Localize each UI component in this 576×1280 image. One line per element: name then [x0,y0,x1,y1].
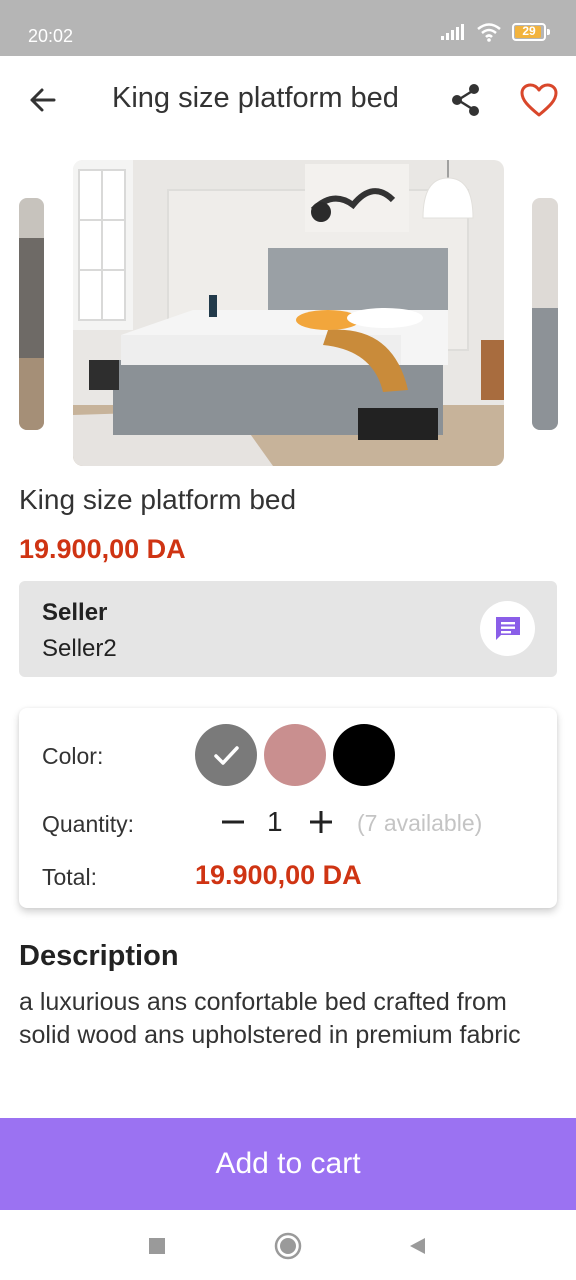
status-time: 20:02 [28,26,74,46]
battery-icon: 29 [512,23,550,41]
quantity-increment-button[interactable] [307,802,335,842]
seller-label: Seller [42,599,108,626]
status-bar: 20:02 29 [0,0,576,56]
signal-icon [441,24,464,40]
product-price: 19.900,00 DA [19,534,186,564]
plus-icon [310,811,332,833]
page-title: King size platform bed [112,82,399,114]
back-nav-button[interactable] [403,1232,431,1260]
description-text: a luxurious ans confortable bed crafted … [19,988,521,1049]
share-button[interactable] [446,80,486,120]
square-icon [149,1238,165,1254]
product-photo [73,160,504,466]
home-button[interactable] [274,1232,302,1260]
chat-button[interactable] [480,601,535,656]
total-label: Total: [42,864,97,890]
color-swatch-pink[interactable] [264,724,326,786]
share-icon [452,84,479,116]
arrow-left-icon [30,88,56,112]
seller-name: Seller2 [42,635,117,662]
chat-icon [495,616,520,640]
product-name: King size platform bed [19,484,297,515]
add-to-cart-label: Add to cart [215,1147,361,1180]
recents-button[interactable] [143,1232,171,1260]
battery-level: 29 [522,24,536,38]
color-swatch-black[interactable] [333,724,395,786]
quantity-available: (7 available) [357,810,483,836]
wifi-icon [477,23,501,42]
color-swatch-gray[interactable] [195,724,257,786]
options-card: Color: Quantity: 1 (7 available) Total: … [19,708,557,908]
description-title: Description [19,940,179,972]
previous-image[interactable] [19,198,44,430]
seller-card[interactable]: Seller Seller2 [19,581,557,677]
back-button[interactable] [24,80,64,120]
quantity-decrement-button[interactable] [219,802,247,842]
color-label: Color: [42,743,104,769]
image-carousel[interactable] [0,156,576,470]
quantity-label: Quantity: [42,811,135,837]
next-image[interactable] [532,198,558,430]
home-circle-icon [274,1232,302,1260]
app-bar: King size platform bed [0,56,576,140]
triangle-back-icon [410,1238,425,1254]
check-icon [214,746,239,765]
total-value: 19.900,00 DA [195,860,362,890]
quantity-value: 1 [267,806,283,837]
system-nav-bar [0,1210,576,1280]
status-icons: 29 [440,22,550,42]
heart-outline-icon [520,83,558,117]
favorite-button[interactable] [518,80,560,122]
add-to-cart-button[interactable]: Add to cart [0,1118,576,1210]
minus-icon [222,820,244,824]
